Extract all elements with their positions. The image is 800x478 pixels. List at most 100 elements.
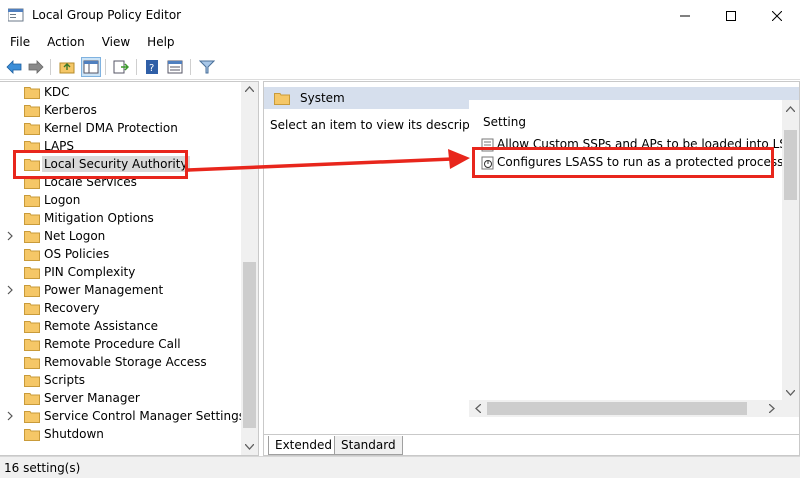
scroll-right-arrow-icon[interactable] <box>769 404 775 413</box>
scroll-up-arrow-icon[interactable] <box>786 106 795 112</box>
toolbar-separator <box>50 59 51 75</box>
tree-item-label: PIN Complexity <box>44 265 136 279</box>
filter-button[interactable] <box>197 57 217 77</box>
menu-bar: File Action View Help <box>0 31 800 52</box>
tree-item-label: Remote Assistance <box>44 319 159 333</box>
up-one-level-button[interactable] <box>57 57 77 77</box>
menu-action[interactable]: Action <box>37 35 92 49</box>
tree-item[interactable]: Mitigation Options <box>0 209 240 227</box>
tree-item-label: Service Control Manager Settings <box>44 409 245 423</box>
filter-funnel-icon <box>199 60 215 74</box>
scroll-up-arrow-icon[interactable] <box>245 86 254 92</box>
tree-item[interactable]: KDC <box>0 83 240 101</box>
settings-hscroll-thumb[interactable] <box>487 402 747 415</box>
folder-icon <box>24 231 40 243</box>
tree-item-label: Net Logon <box>44 229 106 243</box>
menu-view[interactable]: View <box>92 35 137 49</box>
tree-item-label: Power Management <box>44 283 164 297</box>
tree-item[interactable]: PIN Complexity <box>0 263 240 281</box>
toolbar-separator <box>105 59 106 75</box>
description-text: Select an item to view its description. <box>270 118 497 132</box>
tab-standard[interactable]: Standard <box>334 436 403 455</box>
folder-icon <box>274 93 290 105</box>
tree-item-label: Kerberos <box>44 103 97 117</box>
folder-icon <box>24 411 40 423</box>
back-button[interactable] <box>4 57 24 77</box>
tree-item[interactable]: OS Policies <box>0 245 240 263</box>
folder-up-icon <box>59 62 75 74</box>
folder-icon <box>24 357 40 369</box>
tree-item[interactable]: Server Manager <box>0 389 240 407</box>
back-arrow-icon <box>6 60 22 74</box>
settings-vertical-scrollbar[interactable] <box>782 100 799 400</box>
tree-item[interactable]: Scripts <box>0 371 240 389</box>
svg-text:?: ? <box>149 63 154 74</box>
title-bar: Local Group Policy Editor <box>0 0 800 31</box>
folder-icon <box>24 303 40 315</box>
scroll-down-arrow-icon[interactable] <box>245 444 254 450</box>
description-pane: Select an item to view its description. <box>264 109 496 434</box>
scroll-down-arrow-icon[interactable] <box>786 390 795 396</box>
toolbar-separator <box>190 59 191 75</box>
folder-icon <box>24 339 40 351</box>
tree-item[interactable]: Service Control Manager Settings <box>0 407 245 425</box>
chevron-right-icon[interactable] <box>6 284 14 296</box>
gpedit-app-icon <box>8 8 24 22</box>
menu-file[interactable]: File <box>0 35 37 49</box>
details-header-title: System <box>300 91 345 105</box>
tree-item[interactable]: Power Management <box>0 281 240 299</box>
tree-item-label: Remote Procedure Call <box>44 337 181 351</box>
tree-item[interactable]: Logon <box>0 191 240 209</box>
minimize-button[interactable] <box>662 0 708 31</box>
tree-item[interactable]: Shutdown <box>0 425 240 443</box>
toolbar-separator <box>136 59 137 75</box>
setting-column-header[interactable]: Setting <box>483 115 526 129</box>
tree-item-label: Shutdown <box>44 427 104 441</box>
console-tree-icon <box>83 60 99 74</box>
settings-scroll-thumb[interactable] <box>784 130 797 200</box>
export-list-button[interactable] <box>111 57 131 77</box>
tree-item-label: KDC <box>44 85 70 99</box>
folder-icon <box>24 87 40 99</box>
help-icon: ? <box>146 60 158 74</box>
tab-extended[interactable]: Extended <box>268 436 339 455</box>
close-button[interactable] <box>754 0 800 31</box>
details-pane: System Select an item to view its descri… <box>263 81 800 456</box>
tree-item[interactable]: Removable Storage Access <box>0 353 240 371</box>
settings-horizontal-scrollbar[interactable] <box>469 400 799 417</box>
tree-item[interactable]: Remote Assistance <box>0 317 240 335</box>
tree-item[interactable]: Recovery <box>0 299 240 317</box>
forward-button[interactable] <box>26 57 46 77</box>
export-list-icon <box>113 60 129 74</box>
chevron-right-icon[interactable] <box>6 410 14 422</box>
forward-arrow-icon <box>28 60 44 74</box>
folder-icon <box>24 393 40 405</box>
tree-vertical-scrollbar[interactable] <box>241 82 258 455</box>
folder-icon <box>24 267 40 279</box>
annotation-highlight-setting <box>472 147 774 178</box>
tree-item[interactable]: Kerberos <box>0 101 240 119</box>
tree-item-label: Scripts <box>44 373 86 387</box>
show-hide-console-tree-button[interactable] <box>81 57 101 77</box>
tree-scroll-thumb[interactable] <box>243 262 256 428</box>
folder-icon <box>24 375 40 387</box>
properties-button[interactable] <box>165 57 185 77</box>
help-button[interactable]: ? <box>142 57 162 77</box>
scroll-left-arrow-icon[interactable] <box>475 404 481 413</box>
menu-help[interactable]: Help <box>137 35 181 49</box>
tree-item[interactable]: Remote Procedure Call <box>0 335 240 353</box>
view-tabs: Extended Standard <box>264 434 799 456</box>
toolbar: ? <box>0 54 800 80</box>
tree-item[interactable]: Kernel DMA Protection <box>0 119 240 137</box>
tree-item[interactable]: Net Logon <box>0 227 240 245</box>
maximize-button[interactable] <box>708 0 754 31</box>
folder-icon <box>24 195 40 207</box>
chevron-right-icon[interactable] <box>6 230 14 242</box>
folder-icon <box>24 429 40 441</box>
tree-item-label: Server Manager <box>44 391 140 405</box>
tree-item-label: Removable Storage Access <box>44 355 207 369</box>
tree-item-label: Logon <box>44 193 81 207</box>
folder-icon <box>24 213 40 225</box>
folder-icon <box>24 285 40 297</box>
console-tree: KDC Kerberos Kernel DMA Protection LAPS Loca… <box>0 81 259 456</box>
